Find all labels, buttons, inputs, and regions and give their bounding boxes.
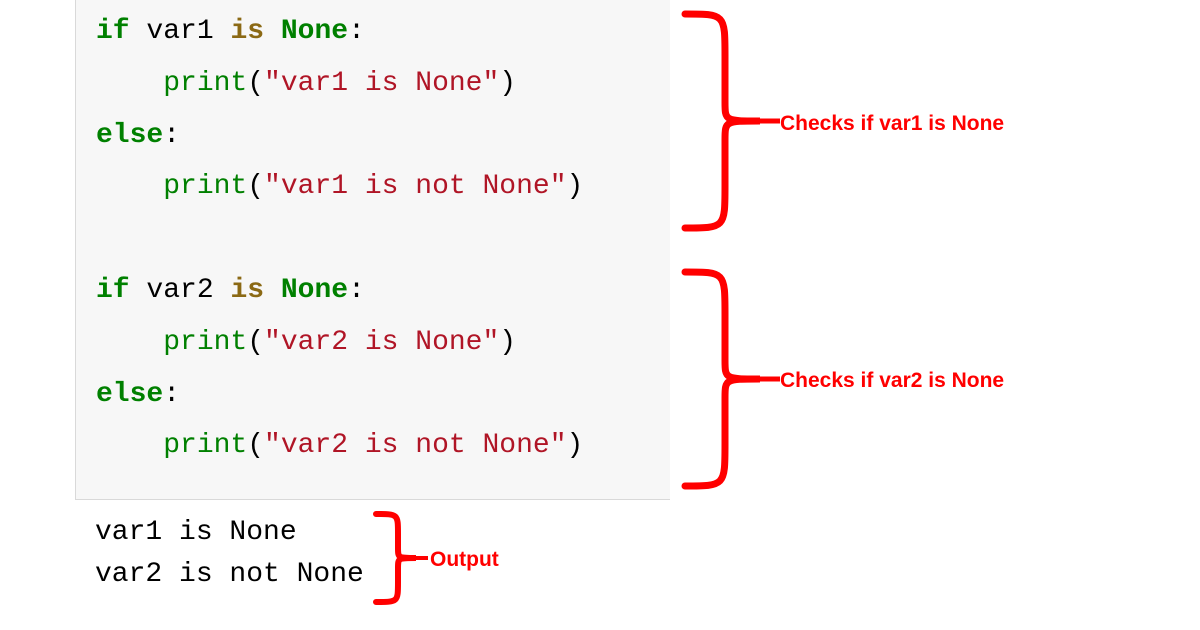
output-block: var1 is None var2 is not None	[95, 512, 364, 596]
code-lpar: (	[247, 430, 264, 461]
kw-none: None	[281, 16, 348, 47]
code-indent	[96, 171, 163, 202]
kw-none: None	[281, 275, 348, 306]
kw-is: is	[230, 16, 264, 47]
code-pre: if var1 is None: print("var1 is None") e…	[96, 6, 650, 472]
code-space	[264, 16, 281, 47]
code-indent	[96, 68, 163, 99]
fn-print: print	[163, 327, 247, 358]
kw-if: if	[96, 16, 130, 47]
kw-else: else	[96, 379, 163, 410]
annotation-label: Checks if var1 is None	[780, 112, 1004, 136]
str-literal: "var1 is not None"	[264, 171, 566, 202]
fn-print: print	[163, 171, 247, 202]
code-rpar: )	[499, 327, 516, 358]
figure-stage: if var1 is None: print("var1 is None") e…	[0, 0, 1200, 630]
code-rpar: )	[499, 68, 516, 99]
code-lpar: (	[247, 327, 264, 358]
code-colon: :	[163, 379, 180, 410]
code-text: var2	[130, 275, 231, 306]
str-literal: "var1 is None"	[264, 68, 499, 99]
brace-icon	[680, 264, 790, 494]
code-space	[264, 275, 281, 306]
code-colon: :	[348, 275, 365, 306]
code-block: if var1 is None: print("var1 is None") e…	[75, 0, 670, 500]
code-lpar: (	[247, 68, 264, 99]
code-indent	[96, 327, 163, 358]
kw-is: is	[230, 275, 264, 306]
kw-if: if	[96, 275, 130, 306]
code-lpar: (	[247, 171, 264, 202]
output-line: var2 is not None	[95, 559, 364, 590]
code-text: var1	[130, 16, 231, 47]
fn-print: print	[163, 430, 247, 461]
annotation-label: Checks if var2 is None	[780, 369, 1004, 393]
code-rpar: )	[567, 430, 584, 461]
output-line: var1 is None	[95, 517, 297, 548]
brace-icon	[680, 6, 790, 236]
code-colon: :	[348, 16, 365, 47]
code-rpar: )	[567, 171, 584, 202]
code-indent	[96, 430, 163, 461]
annotation-label: Output	[430, 548, 499, 572]
str-literal: "var2 is not None"	[264, 430, 566, 461]
code-colon: :	[163, 120, 180, 151]
str-literal: "var2 is None"	[264, 327, 499, 358]
fn-print: print	[163, 68, 247, 99]
kw-else: else	[96, 120, 163, 151]
